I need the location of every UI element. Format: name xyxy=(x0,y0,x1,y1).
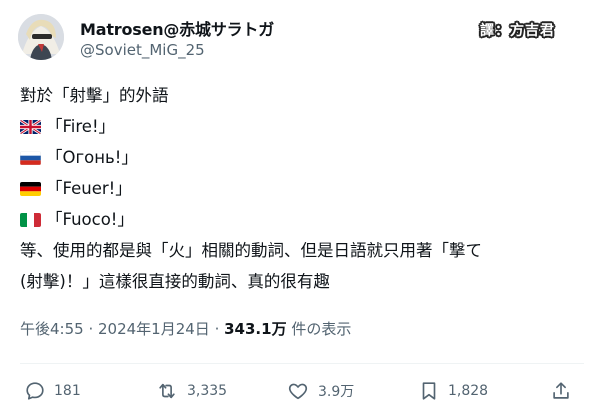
germany-flag-icon xyxy=(20,181,41,196)
action-bar: 181 3,335 3.9万 1,828 xyxy=(0,376,598,406)
italy-flag-icon xyxy=(20,212,41,227)
view-count: 343.1万 xyxy=(224,320,287,338)
post-intro-text: 對於「射擊」的外語 xyxy=(20,86,169,105)
share-button[interactable] xyxy=(550,376,580,406)
repost-count: 3,335 xyxy=(187,383,228,399)
russia-flag-icon xyxy=(20,150,41,165)
word-item-english: 「Fire!」 xyxy=(20,111,585,142)
reply-icon xyxy=(26,382,44,400)
repost-icon xyxy=(159,383,175,399)
meta-separator: · xyxy=(209,320,225,338)
repost-button[interactable]: 3,335 xyxy=(155,376,227,406)
word-russian: 「Огонь!」 xyxy=(46,148,138,167)
word-english: 「Fire!」 xyxy=(46,117,116,136)
meta-separator: · xyxy=(83,320,98,338)
like-button[interactable]: 3.9万 xyxy=(286,376,354,406)
word-item-italian: 「Fuoco!」 xyxy=(20,204,585,235)
word-german: 「Feuer!」 xyxy=(46,179,132,198)
word-italian: 「Fuoco!」 xyxy=(46,210,134,229)
avatar-image xyxy=(18,14,64,60)
post-conclusion-line-2: (射擊)！」這樣很直接的動詞、真的很有趣 xyxy=(20,266,585,297)
author-handle[interactable]: @Soviet_MiG_25 xyxy=(80,41,205,59)
bookmark-button[interactable]: 1,828 xyxy=(418,376,488,406)
translator-watermark: 譯：方吉君 xyxy=(480,23,555,39)
post-intro: 對於「射擊」的外語 xyxy=(20,80,585,111)
post-metadata: 午後4:55 · 2024年1月24日 · 343.1万 件の表示 xyxy=(20,318,351,339)
conclusion-text-1: 等、使用的都是與「火」相關的動詞、但是日語就只用著「撃て xyxy=(20,241,482,260)
post-date[interactable]: 2024年1月24日 xyxy=(98,320,210,338)
avatar[interactable] xyxy=(18,14,64,60)
author-display-name[interactable]: Matrosen@赤城サラトガ xyxy=(80,16,274,40)
post-conclusion-line-1: 等、使用的都是與「火」相關的動詞、但是日語就只用著「撃て xyxy=(20,235,585,266)
like-count: 3.9万 xyxy=(318,384,355,400)
heart-icon xyxy=(288,383,308,400)
view-label: 件の表示 xyxy=(286,320,352,338)
bookmark-count: 1,828 xyxy=(448,383,489,399)
reply-button[interactable]: 181 xyxy=(24,376,81,406)
conclusion-text-2: (射擊)！」這樣很直接的動詞、真的很有趣 xyxy=(20,272,330,291)
bookmark-icon xyxy=(422,382,436,400)
reply-count: 181 xyxy=(54,383,81,399)
word-item-german: 「Feuer!」 xyxy=(20,173,585,204)
word-item-russian: 「Огонь!」 xyxy=(20,142,585,173)
uk-flag-icon xyxy=(20,119,41,134)
divider xyxy=(20,363,584,364)
post-text: 對於「射擊」的外語 「Fire!」 「Огонь!」 「Feuer!」 「Fuo… xyxy=(20,80,585,297)
post-time[interactable]: 午後4:55 xyxy=(20,320,84,338)
share-icon xyxy=(553,382,569,399)
